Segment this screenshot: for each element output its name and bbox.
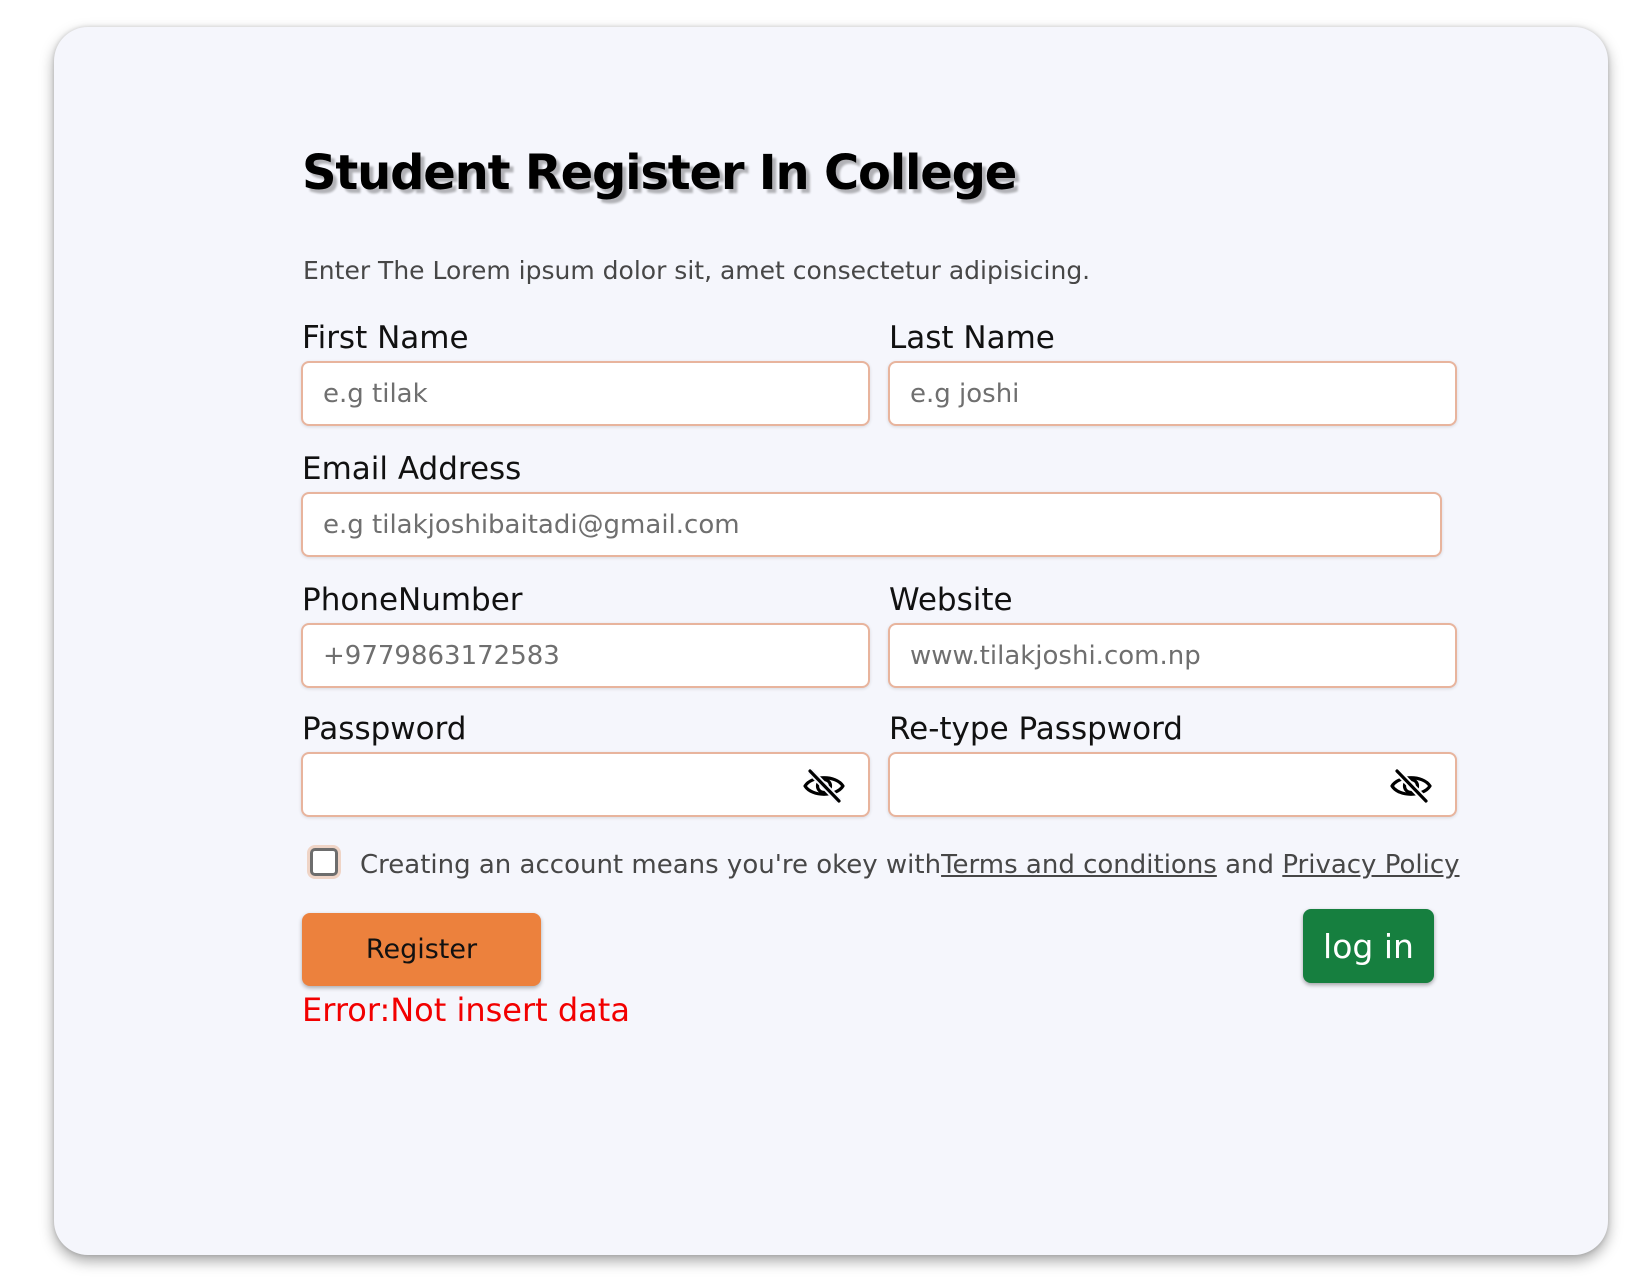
first-name-label: First Name: [302, 320, 469, 356]
website-field-box: [888, 623, 1457, 688]
terms-checkbox[interactable]: [310, 848, 338, 876]
last-name-label: Last Name: [889, 320, 1055, 356]
eye-slash-icon[interactable]: [802, 769, 846, 803]
page-title: Student Register In College: [302, 145, 1017, 201]
last-name-input[interactable]: [890, 363, 1455, 424]
terms-joiner: and: [1216, 850, 1283, 880]
terms-statement: Creating an account means you're okey wi…: [360, 850, 942, 880]
website-label: Website: [889, 582, 1013, 618]
password-label: Passpword: [302, 711, 467, 747]
retype-password-field-box: [888, 752, 1457, 817]
email-field-box: [301, 492, 1442, 557]
phone-field-box: [301, 623, 870, 688]
terms-text: Creating an account means you're okey wi…: [360, 850, 1460, 880]
login-button[interactable]: log in: [1303, 909, 1434, 983]
last-name-field-box: [888, 361, 1457, 426]
privacy-link[interactable]: Privacy Policy: [1282, 850, 1459, 880]
register-card: Student Register In College Enter The Lo…: [54, 27, 1608, 1255]
first-name-field-box: [301, 361, 870, 426]
page-subtitle: Enter The Lorem ipsum dolor sit, amet co…: [303, 256, 1091, 285]
retype-password-label: Re-type Passpword: [889, 711, 1183, 747]
terms-link[interactable]: Terms and conditions: [941, 850, 1217, 880]
first-name-input[interactable]: [303, 363, 868, 424]
register-button[interactable]: Register: [302, 913, 541, 986]
retype-password-input[interactable]: [890, 754, 1455, 815]
website-input[interactable]: [890, 625, 1455, 686]
password-field-box: [301, 752, 870, 817]
email-input[interactable]: [303, 494, 1440, 555]
eye-slash-icon[interactable]: [1389, 769, 1433, 803]
email-label: Email Address: [302, 451, 522, 487]
phone-input[interactable]: [303, 625, 868, 686]
error-message: Error:Not insert data: [302, 991, 630, 1029]
phone-label: PhoneNumber: [302, 582, 523, 618]
password-input[interactable]: [303, 754, 868, 815]
